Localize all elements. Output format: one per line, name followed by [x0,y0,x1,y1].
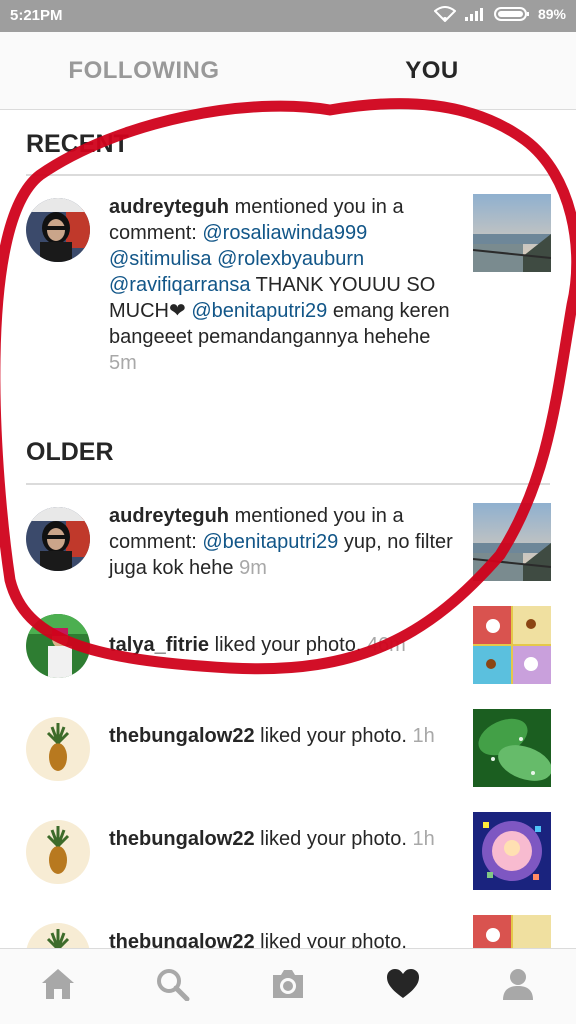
search-icon [155,967,191,1006]
signal-icon [464,6,486,22]
notification-text: audreyteguh mentioned you in a comment: … [109,503,459,581]
mention-link[interactable]: @benitaputri29 [191,300,327,322]
username-link[interactable]: audreyteguh [109,505,229,527]
mention-link[interactable]: @benitaputri29 [202,531,338,553]
post-thumbnail[interactable] [473,503,551,581]
status-indicators: 89% [433,6,566,22]
nav-camera[interactable] [230,949,345,1024]
bottom-navigation [0,948,576,1024]
username-link[interactable]: talya_fitrie [109,634,209,656]
notification-message: liked your photo. [254,931,407,948]
notification-text: thebungalow22 liked your photo. [109,929,459,948]
post-thumbnail[interactable] [473,194,551,272]
tab-you[interactable]: YOU [288,32,576,109]
username-link[interactable]: thebungalow22 [109,725,255,747]
mention-link[interactable]: @ravifiqarransa [109,274,250,296]
avatar[interactable] [26,198,90,262]
section-header-older: OLDER [26,438,114,466]
notification-time: 5m [109,352,137,374]
notification-time: 1h [412,725,435,747]
notification-text: audreyteguh mentioned you in a comment: … [109,194,459,376]
mention-link[interactable]: @rosaliawinda999 [202,222,367,244]
section-divider [26,483,550,485]
avatar[interactable] [26,717,90,781]
post-thumbnail[interactable] [473,915,551,948]
notification-time: 46m [366,634,406,656]
section-header-recent: RECENT [26,130,129,158]
section-divider [26,174,550,176]
camera-icon [269,967,307,1006]
mention-link[interactable]: @rolexbyauburn [217,248,364,270]
notification-time: 1h [412,828,435,850]
notification-message: liked your photo. [254,725,413,747]
notification-time: 9m [239,557,267,579]
avatar[interactable] [26,507,90,571]
status-bar: 5:21PM 89% [0,0,576,32]
nav-activity[interactable] [346,949,461,1024]
avatar[interactable] [26,923,90,948]
heart-icon [385,968,421,1005]
post-thumbnail[interactable] [473,709,551,787]
tab-following[interactable]: FOLLOWING [0,32,288,109]
activity-tabs: FOLLOWING YOU [0,32,576,110]
activity-feed[interactable]: RECENT audreyteguh mentioned you in a co… [0,110,576,948]
notification-text: talya_fitrie liked your photo. 46m [109,632,459,658]
status-time: 5:21PM [10,7,63,24]
mention-link[interactable]: @sitimulisa [109,248,212,270]
nav-search[interactable] [115,949,230,1024]
notification-text: thebungalow22 liked your photo. 1h [109,723,459,749]
home-icon [40,967,76,1006]
post-thumbnail[interactable] [473,812,551,890]
profile-icon [500,967,536,1006]
notification-text: thebungalow22 liked your photo. 1h [109,826,459,852]
username-link[interactable]: thebungalow22 [109,931,255,948]
avatar[interactable] [26,820,90,884]
battery-icon [493,6,530,22]
username-link[interactable]: thebungalow22 [109,828,255,850]
avatar[interactable] [26,614,90,678]
wifi-icon [433,6,456,22]
post-thumbnail[interactable] [473,606,551,684]
notification-message: liked your photo. [209,634,367,656]
nav-home[interactable] [0,949,115,1024]
notification-message: liked your photo. [254,828,413,850]
username-link[interactable]: audreyteguh [109,196,229,218]
battery-percent: 89% [537,6,566,22]
nav-profile[interactable] [461,949,576,1024]
